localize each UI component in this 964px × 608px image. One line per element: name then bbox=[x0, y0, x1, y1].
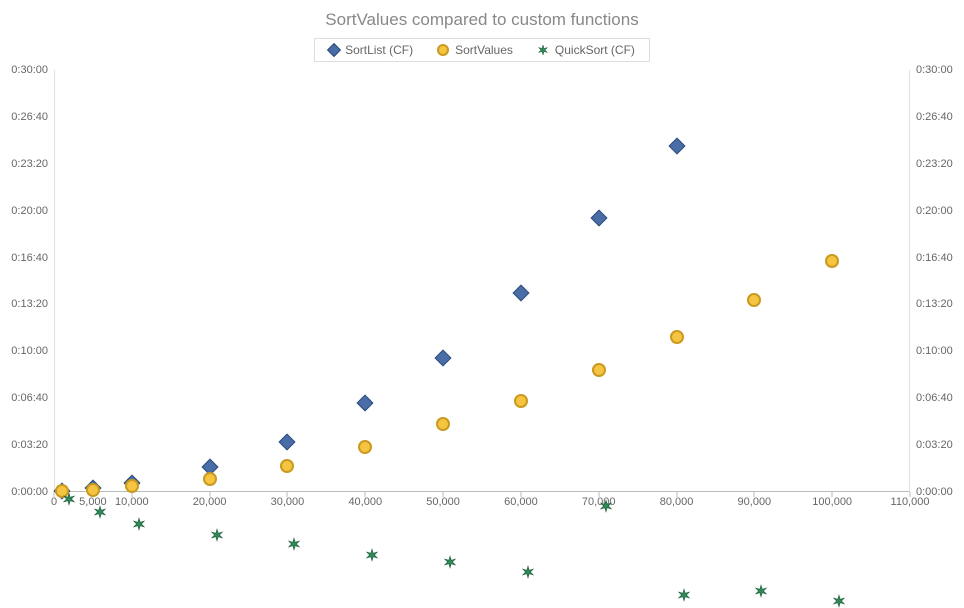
data-point bbox=[279, 433, 296, 450]
y-axis-tick-label-left: 0:10:00 bbox=[11, 345, 54, 357]
legend-label: SortList (CF) bbox=[345, 43, 413, 57]
data-point bbox=[599, 499, 964, 513]
data-point bbox=[203, 472, 217, 486]
y-axis-tick-label-right: 0:13:20 bbox=[910, 298, 953, 310]
y-axis-tick-label-right: 0:20:00 bbox=[910, 205, 953, 217]
data-point bbox=[280, 459, 294, 473]
diamond-icon bbox=[327, 43, 341, 57]
y-axis-tick-label-left: 0:03:20 bbox=[11, 439, 54, 451]
data-point bbox=[747, 293, 761, 307]
y-axis-tick-label-left: 0:00:00 bbox=[11, 486, 54, 498]
chart-title: SortValues compared to custom functions bbox=[0, 0, 964, 30]
y-axis-tick-label-right: 0:26:40 bbox=[910, 111, 953, 123]
data-point bbox=[512, 284, 529, 301]
circle-icon bbox=[437, 44, 449, 56]
data-point bbox=[592, 363, 606, 377]
y-axis-tick-label-left: 0:20:00 bbox=[11, 205, 54, 217]
y-axis-tick-label-right: 0:10:00 bbox=[910, 345, 953, 357]
legend: SortList (CF) SortValues QuickSort (CF) bbox=[314, 38, 650, 62]
y-axis-tick-label-left: 0:23:20 bbox=[11, 158, 54, 170]
y-axis-tick-label-right: 0:30:00 bbox=[910, 64, 953, 76]
data-point bbox=[514, 394, 528, 408]
legend-item-quicksort: QuickSort (CF) bbox=[537, 43, 635, 57]
star-icon bbox=[537, 44, 549, 56]
y-axis-tick-label-right: 0:03:20 bbox=[910, 439, 953, 451]
data-point bbox=[670, 330, 684, 344]
legend-item-sortlist: SortList (CF) bbox=[329, 43, 413, 57]
data-point bbox=[832, 594, 964, 608]
y-axis-tick-label-right: 0:16:40 bbox=[910, 252, 953, 264]
data-point bbox=[435, 350, 452, 367]
y-axis-tick-label-right: 0:06:40 bbox=[910, 392, 953, 404]
data-point bbox=[358, 440, 372, 454]
data-point bbox=[825, 254, 839, 268]
y-axis-tick-label-left: 0:13:20 bbox=[11, 298, 54, 310]
data-point bbox=[436, 417, 450, 431]
y-axis-tick-label-left: 0:06:40 bbox=[11, 392, 54, 404]
y-axis-tick-label-left: 0:16:40 bbox=[11, 252, 54, 264]
y-axis-tick-label-left: 0:26:40 bbox=[11, 111, 54, 123]
data-point bbox=[668, 138, 685, 155]
legend-label: QuickSort (CF) bbox=[555, 43, 635, 57]
legend-label: SortValues bbox=[455, 43, 513, 57]
data-point bbox=[590, 209, 607, 226]
legend-item-sortvalues: SortValues bbox=[437, 43, 513, 57]
y-axis-tick-label-right: 0:23:20 bbox=[910, 158, 953, 170]
data-point bbox=[357, 394, 374, 411]
plot-area: 0:00:000:00:000:03:200:03:200:06:400:06:… bbox=[54, 70, 910, 492]
y-axis-tick-label-left: 0:30:00 bbox=[11, 64, 54, 76]
data-point bbox=[521, 565, 964, 579]
